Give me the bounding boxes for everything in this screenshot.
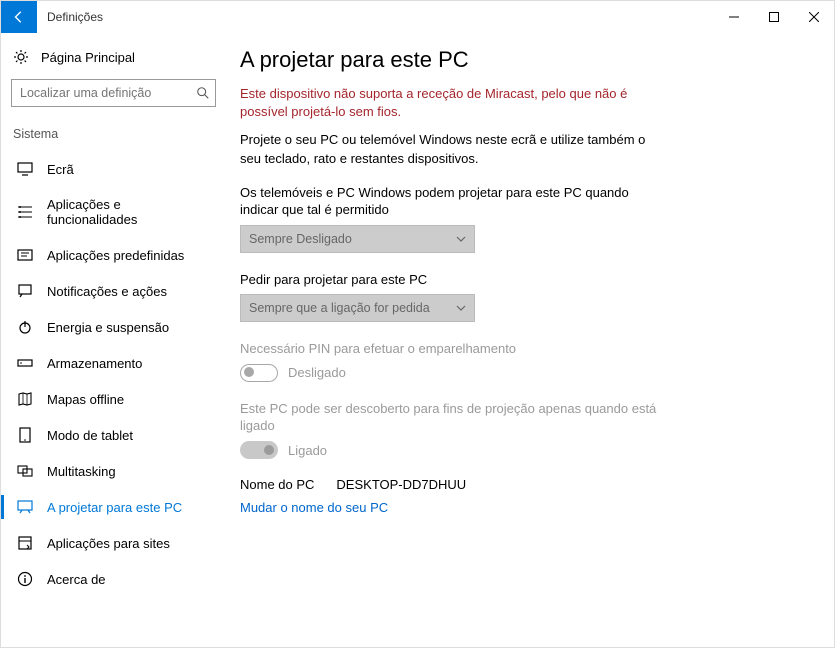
- close-button[interactable]: [794, 1, 834, 33]
- project-icon: [17, 499, 33, 515]
- pc-name-value: DESKTOP-DD7DHUU: [336, 477, 466, 492]
- sidebar-item-apps-for-websites[interactable]: Aplicações para sites: [1, 525, 226, 561]
- require-pin-toggle[interactable]: [240, 364, 278, 382]
- discoverable-state: Ligado: [288, 443, 327, 458]
- sidebar-item-label: Multitasking: [47, 464, 116, 479]
- select-value: Sempre que a ligação for pedida: [249, 301, 430, 315]
- tablet-icon: [17, 427, 33, 443]
- minimize-icon: [729, 12, 739, 22]
- sidebar-item-apps-features[interactable]: Aplicações e funcionalidades: [1, 187, 226, 237]
- home-link[interactable]: Página Principal: [1, 43, 226, 71]
- sidebar-item-offline-maps[interactable]: Mapas offline: [1, 381, 226, 417]
- sidebar-item-power[interactable]: Energia e suspensão: [1, 309, 226, 345]
- arrow-left-icon: [12, 10, 26, 24]
- main-panel: A projetar para este PC Este dispositivo…: [226, 33, 834, 647]
- sidebar: Página Principal Sistema Ecrã Aplicações…: [1, 33, 226, 647]
- window-title: Definições: [37, 1, 714, 33]
- ask-to-project-select[interactable]: Sempre que a ligação for pedida: [240, 294, 475, 322]
- select-value: Sempre Desligado: [249, 232, 352, 246]
- default-apps-icon: [17, 247, 33, 263]
- sidebar-item-label: Aplicações predefinidas: [47, 248, 184, 263]
- sidebar-item-display[interactable]: Ecrã: [1, 151, 226, 187]
- close-icon: [809, 12, 819, 22]
- sidebar-group-label: Sistema: [1, 121, 226, 147]
- require-pin-state: Desligado: [288, 365, 346, 380]
- maximize-icon: [769, 12, 779, 22]
- require-pin-label: Necessário PIN para efetuar o emparelham…: [240, 340, 660, 358]
- project-permission-label: Os telemóveis e PC Windows podem projeta…: [240, 184, 660, 219]
- page-title: A projetar para este PC: [240, 47, 810, 73]
- map-icon: [17, 391, 33, 407]
- maximize-button[interactable]: [754, 1, 794, 33]
- sidebar-item-label: Mapas offline: [47, 392, 124, 407]
- sidebar-item-label: Armazenamento: [47, 356, 142, 371]
- sidebar-item-label: Notificações e ações: [47, 284, 167, 299]
- sidebar-item-label: Acerca de: [47, 572, 106, 587]
- window-controls: [714, 1, 834, 33]
- sidebar-item-label: Aplicações e funcionalidades: [47, 197, 214, 227]
- back-button[interactable]: [1, 1, 37, 33]
- sidebar-item-notifications[interactable]: Notificações e ações: [1, 273, 226, 309]
- pc-name-label: Nome do PC: [240, 477, 314, 492]
- notification-icon: [17, 283, 33, 299]
- project-permission-select[interactable]: Sempre Desligado: [240, 225, 475, 253]
- sidebar-item-tablet-mode[interactable]: Modo de tablet: [1, 417, 226, 453]
- sidebar-item-label: Ecrã: [47, 162, 74, 177]
- intro-text: Projete o seu PC ou telemóvel Windows ne…: [240, 131, 660, 167]
- home-label: Página Principal: [41, 50, 135, 65]
- minimize-button[interactable]: [714, 1, 754, 33]
- info-icon: [17, 571, 33, 587]
- power-icon: [17, 319, 33, 335]
- list-icon: [17, 204, 33, 220]
- sidebar-item-label: Energia e suspensão: [47, 320, 169, 335]
- gear-icon: [13, 49, 29, 65]
- sidebar-item-multitasking[interactable]: Multitasking: [1, 453, 226, 489]
- display-icon: [17, 161, 33, 177]
- sidebar-item-about[interactable]: Acerca de: [1, 561, 226, 597]
- sidebar-item-label: A projetar para este PC: [47, 500, 182, 515]
- sidebar-item-default-apps[interactable]: Aplicações predefinidas: [1, 237, 226, 273]
- chevron-down-icon: [456, 234, 466, 244]
- sidebar-item-label: Aplicações para sites: [47, 536, 170, 551]
- sidebar-item-projecting[interactable]: A projetar para este PC: [1, 489, 226, 525]
- sidebar-item-label: Modo de tablet: [47, 428, 133, 443]
- search-icon: [196, 86, 210, 100]
- discoverable-label: Este PC pode ser descoberto para fins de…: [240, 400, 660, 435]
- search-input[interactable]: [11, 79, 216, 107]
- storage-icon: [17, 355, 33, 371]
- rename-pc-link[interactable]: Mudar o nome do seu PC: [240, 500, 810, 515]
- miracast-warning: Este dispositivo não suporta a receção d…: [240, 85, 660, 121]
- multitasking-icon: [17, 463, 33, 479]
- ask-to-project-label: Pedir para projetar para este PC: [240, 271, 660, 289]
- discoverable-toggle[interactable]: [240, 441, 278, 459]
- search-box[interactable]: [11, 79, 216, 107]
- sidebar-item-storage[interactable]: Armazenamento: [1, 345, 226, 381]
- title-bar: Definições: [1, 1, 834, 33]
- apps-sites-icon: [17, 535, 33, 551]
- chevron-down-icon: [456, 303, 466, 313]
- pc-name-row: Nome do PC DESKTOP-DD7DHUU: [240, 477, 810, 492]
